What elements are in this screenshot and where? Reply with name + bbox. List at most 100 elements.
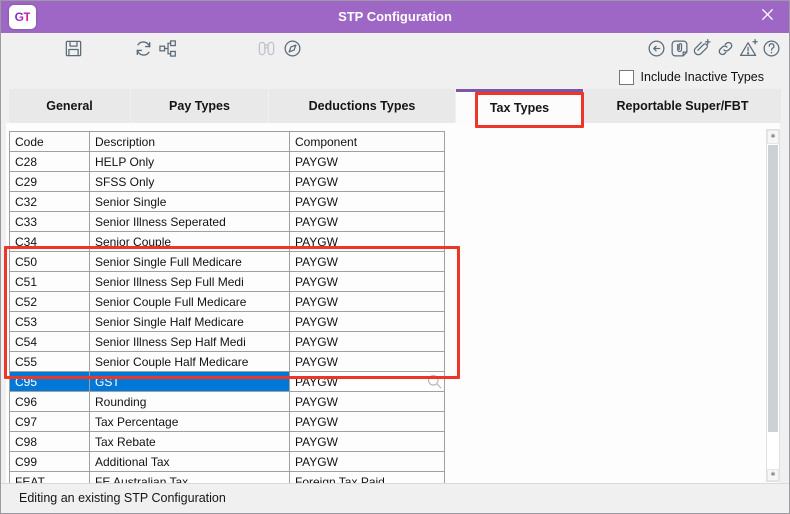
workflow-icon[interactable]: [157, 38, 178, 59]
table-row[interactable]: C98Tax RebatePAYGW: [10, 432, 445, 452]
cell-component[interactable]: PAYGW: [290, 332, 445, 352]
cell-description[interactable]: Senior Couple Full Medicare: [90, 292, 290, 312]
table-row[interactable]: C28HELP OnlyPAYGW: [10, 152, 445, 172]
cell-code[interactable]: C95: [10, 372, 90, 392]
table-row[interactable]: C52Senior Couple Full MedicarePAYGW: [10, 292, 445, 312]
table-row[interactable]: C53Senior Single Half MedicarePAYGW: [10, 312, 445, 332]
cell-description[interactable]: Senior Illness Sep Full Medi: [90, 272, 290, 292]
cell-description[interactable]: Senior Single Full Medicare: [90, 252, 290, 272]
table-row[interactable]: C95GSTPAYGW: [10, 372, 445, 392]
cell-component[interactable]: PAYGW: [290, 432, 445, 452]
tab-general[interactable]: General: [9, 89, 130, 123]
add-alert-icon[interactable]: [738, 38, 759, 59]
cell-code[interactable]: C28: [10, 152, 90, 172]
cell-code[interactable]: C55: [10, 352, 90, 372]
cell-code[interactable]: C33: [10, 212, 90, 232]
window-title: STP Configuration: [1, 1, 789, 33]
status-message: Editing an existing STP Configuration: [19, 484, 789, 513]
cell-code[interactable]: C34: [10, 232, 90, 252]
tab-pay-types[interactable]: Pay Types: [131, 89, 268, 123]
cell-code[interactable]: C52: [10, 292, 90, 312]
cell-component[interactable]: PAYGW: [290, 252, 445, 272]
cell-description[interactable]: Senior Couple: [90, 232, 290, 252]
binoculars-icon[interactable]: [256, 38, 277, 59]
cell-component[interactable]: PAYGW: [290, 192, 445, 212]
cell-component[interactable]: PAYGW: [290, 272, 445, 292]
refresh-icon[interactable]: [133, 38, 154, 59]
cell-component[interactable]: PAYGW: [290, 392, 445, 412]
cell-description[interactable]: Tax Percentage: [90, 412, 290, 432]
cell-code[interactable]: C50: [10, 252, 90, 272]
table-row[interactable]: C34Senior CouplePAYGW: [10, 232, 445, 252]
cell-description[interactable]: Rounding: [90, 392, 290, 412]
column-header-component[interactable]: Component: [290, 132, 445, 152]
cell-code[interactable]: C96: [10, 392, 90, 412]
cell-component[interactable]: PAYGW: [290, 412, 445, 432]
cell-component[interactable]: Foreign Tax Paid: [290, 472, 445, 484]
cell-description[interactable]: Senior Single: [90, 192, 290, 212]
back-icon[interactable]: [646, 38, 667, 59]
table-row[interactable]: C55Senior Couple Half MedicarePAYGW: [10, 352, 445, 372]
tab-deductions-types[interactable]: Deductions Types: [269, 89, 455, 123]
table-row[interactable]: C32Senior SinglePAYGW: [10, 192, 445, 212]
table-row[interactable]: C54Senior Illness Sep Half MediPAYGW: [10, 332, 445, 352]
cell-component[interactable]: PAYGW: [290, 452, 445, 472]
cell-code[interactable]: C29: [10, 172, 90, 192]
link-icon[interactable]: [715, 38, 736, 59]
cell-code[interactable]: C98: [10, 432, 90, 452]
vertical-scrollbar[interactable]: ✱ ✱: [766, 129, 780, 482]
stp-configuration-window: GT STP Configuration: [0, 0, 790, 514]
column-header-code[interactable]: Code: [10, 132, 90, 152]
cell-code[interactable]: FEAT: [10, 472, 90, 484]
cell-component[interactable]: PAYGW: [290, 312, 445, 332]
help-icon[interactable]: [761, 38, 782, 59]
cell-description[interactable]: Tax Rebate: [90, 432, 290, 452]
cell-description[interactable]: Senior Couple Half Medicare: [90, 352, 290, 372]
cell-code[interactable]: C53: [10, 312, 90, 332]
add-attachment-icon[interactable]: [692, 38, 713, 59]
table-row[interactable]: C96RoundingPAYGW: [10, 392, 445, 412]
cell-description[interactable]: HELP Only: [90, 152, 290, 172]
include-inactive-checkbox[interactable]: [619, 70, 634, 85]
cell-description[interactable]: FE Australian Tax: [90, 472, 290, 484]
cell-description[interactable]: GST: [90, 372, 290, 392]
tab-label: Tax Types: [490, 101, 549, 115]
cell-component[interactable]: PAYGW: [290, 372, 445, 392]
cell-code[interactable]: C54: [10, 332, 90, 352]
table-row[interactable]: C29SFSS OnlyPAYGW: [10, 172, 445, 192]
cell-code[interactable]: C99: [10, 452, 90, 472]
table-row[interactable]: FEATFE Australian TaxForeign Tax Paid: [10, 472, 445, 484]
cell-description[interactable]: SFSS Only: [90, 172, 290, 192]
cell-component[interactable]: PAYGW: [290, 352, 445, 372]
cell-component[interactable]: PAYGW: [290, 172, 445, 192]
tab-reportable-super-fbt[interactable]: Reportable Super/FBT: [584, 89, 781, 123]
tab-tax-types[interactable]: Tax Types: [456, 89, 583, 123]
table-row[interactable]: C51Senior Illness Sep Full MediPAYGW: [10, 272, 445, 292]
scrollbar-bottom-button[interactable]: ✱: [767, 469, 779, 481]
cell-code[interactable]: C51: [10, 272, 90, 292]
column-header-description[interactable]: Description: [90, 132, 290, 152]
cell-code[interactable]: C32: [10, 192, 90, 212]
cell-component[interactable]: PAYGW: [290, 152, 445, 172]
close-icon: [761, 8, 774, 26]
table-row[interactable]: C97Tax PercentagePAYGW: [10, 412, 445, 432]
scrollbar-top-button[interactable]: ✱: [767, 130, 779, 144]
cell-description[interactable]: Additional Tax: [90, 452, 290, 472]
table-row[interactable]: C33Senior Illness SeperatedPAYGW: [10, 212, 445, 232]
cell-description[interactable]: Senior Illness Sep Half Medi: [90, 332, 290, 352]
cell-component[interactable]: PAYGW: [290, 232, 445, 252]
lookup-magnifier-icon[interactable]: [426, 373, 443, 390]
cell-code[interactable]: C97: [10, 412, 90, 432]
cell-component[interactable]: PAYGW: [290, 292, 445, 312]
note-attachment-icon[interactable]: [669, 38, 690, 59]
cell-component[interactable]: PAYGW: [290, 212, 445, 232]
cell-description[interactable]: Senior Single Half Medicare: [90, 312, 290, 332]
table-row[interactable]: C99Additional TaxPAYGW: [10, 452, 445, 472]
cell-description[interactable]: Senior Illness Seperated: [90, 212, 290, 232]
save-icon[interactable]: [63, 38, 84, 59]
navigate-icon[interactable]: [282, 38, 303, 59]
tab-label: Deductions Types: [309, 99, 416, 113]
scrollbar-thumb[interactable]: [768, 145, 778, 432]
close-button[interactable]: [753, 1, 781, 33]
table-row[interactable]: C50Senior Single Full MedicarePAYGW: [10, 252, 445, 272]
